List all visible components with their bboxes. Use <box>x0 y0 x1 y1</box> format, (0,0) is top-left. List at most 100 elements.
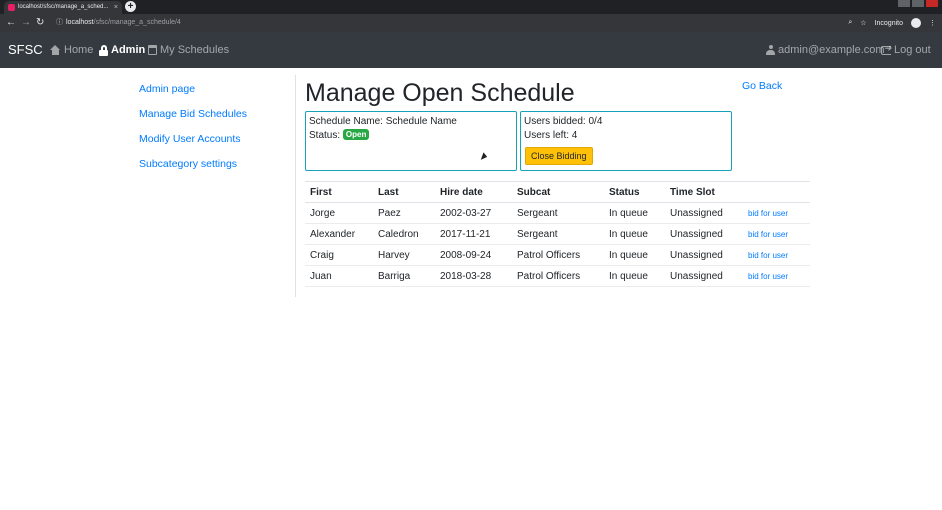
url-path: /sfsc/manage_a_schedule/4 <box>93 19 181 26</box>
lock-icon <box>99 44 108 56</box>
incognito-label: Incognito <box>874 19 903 27</box>
cell-status: In queue <box>604 265 665 287</box>
window-close-icon[interactable] <box>926 0 938 7</box>
page-title: Manage Open Schedule <box>305 79 575 107</box>
browser-toolbar-right: ⌕ ☆ Incognito ⋮ <box>848 16 936 30</box>
zoom-icon[interactable]: ⌕ <box>848 19 852 27</box>
url-host: localhost <box>66 19 94 26</box>
cell-subcat: Sergeant <box>512 223 604 245</box>
nav-user[interactable]: admin@example.com <box>766 44 885 56</box>
bid-for-user-link[interactable]: bid for user <box>748 251 788 260</box>
cell-action: bid for user <box>743 265 810 287</box>
table-row: Jorge Paez 2002-03-27 Sergeant In queue … <box>305 202 810 224</box>
reload-icon[interactable]: ↻ <box>36 16 44 30</box>
maximize-icon[interactable] <box>912 0 924 7</box>
sidebar: Admin page Manage Bid Schedules Modify U… <box>139 82 247 182</box>
nav-my-schedules[interactable]: My Schedules <box>148 44 229 56</box>
schedule-name-row: Schedule Name: Schedule Name <box>309 115 513 129</box>
cell-status: In queue <box>604 223 665 245</box>
go-back-link[interactable]: Go Back <box>742 80 782 92</box>
address-bar-row: ← → ↻ ⓘ localhost/sfsc/manage_a_schedule… <box>0 14 942 32</box>
cell-action: bid for user <box>743 244 810 266</box>
tab-title: localhost/sfsc/manage_a_sched... <box>18 4 109 10</box>
user-icon <box>766 45 775 55</box>
forward-arrow-icon[interactable]: → <box>21 16 31 30</box>
sidebar-item-manage-bid-schedules[interactable]: Manage Bid Schedules <box>139 107 247 121</box>
users-left: Users left: 4 <box>524 130 578 141</box>
table-row: Craig Harvey 2008-09-24 Patrol Officers … <box>305 244 810 266</box>
info-icon[interactable]: ⓘ <box>56 16 63 30</box>
window-controls <box>898 0 938 8</box>
cell-time-slot: Unassigned <box>665 265 743 287</box>
col-header-action <box>743 181 810 203</box>
status-label: Status: <box>309 130 341 141</box>
bid-for-user-link[interactable]: bid for user <box>748 230 788 239</box>
cell-first: Jorge <box>305 202 373 224</box>
col-header-last: Last <box>373 181 435 203</box>
cell-time-slot: Unassigned <box>665 223 743 245</box>
col-header-time-slot: Time Slot <box>665 181 743 203</box>
col-header-first: First <box>305 181 373 203</box>
tab-close-icon[interactable]: × <box>114 1 118 14</box>
home-icon <box>50 45 61 55</box>
schedule-name-value: Schedule Name <box>385 116 457 127</box>
nav-logout-label: Log out <box>894 44 931 56</box>
browser-tab-strip: localhost/sfsc/manage_a_sched... × + <box>0 0 942 14</box>
status-badge: Open <box>342 129 370 140</box>
sign-out-icon <box>881 43 892 55</box>
cell-hire-date: 2008-09-24 <box>435 244 512 266</box>
schedule-info-panel: Schedule Name: Schedule Name Status: Ope… <box>305 111 517 171</box>
new-tab-button[interactable]: + <box>125 1 136 12</box>
app-navbar: SFSC Home Admin My Schedules admin@examp… <box>0 32 942 68</box>
calendar-icon <box>148 45 157 55</box>
sidebar-item-modify-user-accounts[interactable]: Modify User Accounts <box>139 132 247 146</box>
back-arrow-icon[interactable]: ← <box>6 16 16 30</box>
cell-first: Craig <box>305 244 373 266</box>
table-header-row: First Last Hire date Subcat Status Time … <box>305 181 810 203</box>
cell-action: bid for user <box>743 202 810 224</box>
status-row: Status: Open <box>309 129 513 143</box>
cell-subcat: Patrol Officers <box>512 265 604 287</box>
browser-menu-icon[interactable]: ⋮ <box>929 19 936 27</box>
schedule-name-label: Schedule Name: <box>309 116 383 127</box>
nav-logout[interactable]: Log out <box>881 43 931 56</box>
cell-last: Paez <box>373 202 435 224</box>
minimize-icon[interactable] <box>898 0 910 7</box>
cell-last: Caledron <box>373 223 435 245</box>
cell-time-slot: Unassigned <box>665 244 743 266</box>
nav-user-label: admin@example.com <box>778 44 885 56</box>
close-bidding-button[interactable]: Close Bidding <box>525 147 593 165</box>
cell-hire-date: 2002-03-27 <box>435 202 512 224</box>
cell-first: Alexander <box>305 223 373 245</box>
cell-first: Juan <box>305 265 373 287</box>
sidebar-item-admin-page[interactable]: Admin page <box>139 82 247 96</box>
cell-time-slot: Unassigned <box>665 202 743 224</box>
favicon-icon <box>8 4 15 11</box>
col-header-subcat: Subcat <box>512 181 604 203</box>
bookmark-star-icon[interactable]: ☆ <box>860 19 866 27</box>
bid-for-user-link[interactable]: bid for user <box>748 209 788 218</box>
cell-hire-date: 2017-11-21 <box>435 223 512 245</box>
cell-last: Harvey <box>373 244 435 266</box>
sidebar-item-subcategory-settings[interactable]: Subcategory settings <box>139 157 247 171</box>
col-header-hire-date: Hire date <box>435 181 512 203</box>
incognito-icon[interactable] <box>911 18 921 28</box>
table-row: Juan Barriga 2018-03-28 Patrol Officers … <box>305 265 810 287</box>
nav-my-schedules-label: My Schedules <box>160 44 230 56</box>
cell-status: In queue <box>604 202 665 224</box>
sidebar-divider <box>295 75 296 297</box>
cell-hire-date: 2018-03-28 <box>435 265 512 287</box>
col-header-status: Status <box>604 181 665 203</box>
brand-link[interactable]: SFSC <box>8 42 43 57</box>
cell-subcat: Sergeant <box>512 202 604 224</box>
nav-home-label: Home <box>64 44 94 56</box>
cell-action: bid for user <box>743 223 810 245</box>
bid-for-user-link[interactable]: bid for user <box>748 272 788 281</box>
nav-admin[interactable]: Admin <box>99 44 145 56</box>
url-field[interactable]: ⓘ localhost/sfsc/manage_a_schedule/4 <box>52 16 842 30</box>
users-bidded: Users bidded: 0/4 <box>524 116 603 127</box>
cell-last: Barriga <box>373 265 435 287</box>
table-row: Alexander Caledron 2017-11-21 Sergeant I… <box>305 223 810 245</box>
browser-tab[interactable]: localhost/sfsc/manage_a_sched... × <box>4 1 122 14</box>
nav-home[interactable]: Home <box>50 44 93 56</box>
